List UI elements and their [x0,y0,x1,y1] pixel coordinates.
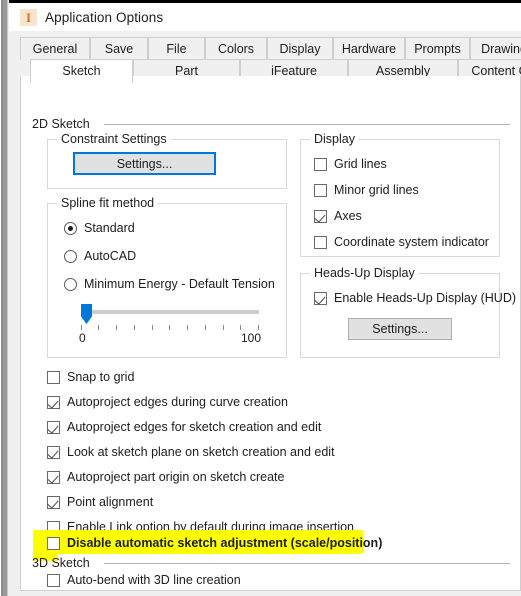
tension-slider-thumb[interactable] [81,304,92,324]
autoproject-edges-curve-checkbox-box [47,395,60,409]
tab-file-label: File [166,42,187,56]
radio-autocad-indicator [64,249,77,263]
constraint-settings-button-label: Settings... [116,156,173,171]
section-3d-sketch-label: 3D Sketch [32,556,90,570]
tab-prompts-label: Prompts [414,42,461,56]
checkbox-point-alignment[interactable]: Point alignment [47,495,153,509]
radio-standard-indicator [64,221,77,235]
spline-fit-method-group: Spline fit method Standard AutoCAD Minim… [47,196,287,358]
look-at-sketch-plane-label: Look at sketch plane on sketch creation … [67,445,335,459]
tension-slider-min-label: 0 [79,331,86,345]
display-group-title: Display [310,132,359,146]
auto-bend-3d-line-label: Auto-bend with 3D line creation [67,573,241,587]
checkbox-snap-to-grid[interactable]: Snap to grid [47,370,134,384]
application-options-window: I Application Options General Save File … [0,0,521,596]
enable-hud-checkbox-box [314,291,327,305]
hud-settings-button-label: Settings... [372,322,428,336]
point-alignment-checkbox-box [47,495,60,509]
checkbox-axes[interactable]: Axes [314,209,362,223]
tab-hardware-label: Hardware [341,42,397,56]
tab-hardware[interactable]: Hardware [333,37,405,60]
section-2d-sketch-label: 2D Sketch [32,117,90,131]
checkbox-disable-automatic-sketch-adjustment[interactable]: Disable automatic sketch adjustment (sca… [47,536,382,550]
tension-slider-ticks [81,325,259,330]
tab-sketch-label: Sketch [62,64,101,78]
section-3d-sketch: 3D Sketch [32,556,510,570]
autoproject-part-origin-label: Autoproject part origin on sketch create [67,470,285,484]
tab-display[interactable]: Display [267,37,333,60]
tension-slider-track[interactable] [81,310,259,314]
display-group: Display Grid lines Minor grid lines Axes… [300,132,500,257]
radio-spline-standard[interactable]: Standard [64,221,135,235]
section-2d-sketch: 2D Sketch [32,117,510,131]
checkbox-auto-bend-3d-line[interactable]: Auto-bend with 3D line creation [47,573,241,587]
constraint-settings-title: Constraint Settings [57,132,171,146]
checkbox-autoproject-edges-curve[interactable]: Autoproject edges during curve creation [47,395,288,409]
sketch-tab-panel: 2D Sketch Constraint Settings Settings..… [20,76,521,591]
checkbox-minor-grid-lines[interactable]: Minor grid lines [314,183,419,197]
constraint-settings-group: Constraint Settings Settings... [47,132,287,189]
tab-drawing[interactable]: Drawing [470,37,521,60]
autoproject-edges-sketch-checkbox-box [47,420,60,434]
section-2d-sketch-rule [103,123,510,125]
axes-checkbox-box [314,209,327,223]
radio-autocad-label: AutoCAD [84,249,137,263]
tab-prompts[interactable]: Prompts [405,37,470,60]
disable-automatic-sketch-adjustment-label: Disable automatic sketch adjustment (sca… [67,536,383,550]
radio-standard-label: Standard [84,221,135,235]
tension-slider-max-label: 100 [241,331,262,345]
tab-colors[interactable]: Colors [205,37,267,60]
radio-minimum-energy-label: Minimum Energy - Default Tension [84,277,275,291]
minor-grid-lines-checkbox-box [314,183,327,197]
snap-to-grid-label: Snap to grid [67,370,135,384]
coordinate-system-indicator-checkbox-box [314,235,327,249]
tab-save-label: Save [104,42,134,56]
tab-general-label: General [32,42,78,56]
checkbox-grid-lines[interactable]: Grid lines [314,157,387,171]
checkbox-autoproject-part-origin[interactable]: Autoproject part origin on sketch create [47,470,284,484]
tab-file[interactable]: File [148,37,205,60]
spline-fit-method-title: Spline fit method [57,196,159,210]
tab-save[interactable]: Save [90,37,148,60]
radio-spline-autocad[interactable]: AutoCAD [64,249,136,263]
coordinate-system-indicator-label: Coordinate system indicator [334,235,489,249]
point-alignment-label: Point alignment [67,495,154,509]
radio-spline-minimum-energy[interactable]: Minimum Energy - Default Tension [64,277,275,291]
grid-lines-checkbox-box [314,157,327,171]
options-dialog: General Save File Colors Display Hardwar… [9,31,521,596]
window-left-shadow [0,0,9,596]
tab-sketch[interactable]: Sketch [30,59,133,83]
snap-to-grid-checkbox-box [47,370,60,384]
section-3d-sketch-rule [103,562,510,564]
checkbox-coordinate-system-indicator[interactable]: Coordinate system indicator [314,235,489,249]
tab-drawing-label: Drawing [481,42,521,56]
inventor-app-icon: I [20,8,37,26]
autoproject-part-origin-checkbox-box [47,470,60,484]
enable-hud-label: Enable Heads-Up Display (HUD) [334,291,517,305]
minor-grid-lines-label: Minor grid lines [334,183,419,197]
look-at-sketch-plane-checkbox-box [47,445,60,459]
autoproject-edges-curve-label: Autoproject edges during curve creation [67,395,288,409]
tab-display-label: Display [279,42,321,56]
disable-automatic-sketch-adjustment-checkbox-box [47,536,60,550]
checkbox-enable-hud[interactable]: Enable Heads-Up Display (HUD) [314,291,516,305]
title-bar: I Application Options [9,3,521,31]
radio-minimum-energy-indicator [64,277,77,291]
tension-slider[interactable]: 0 100 [79,304,263,348]
autoproject-edges-sketch-label: Autoproject edges for sketch creation an… [67,420,322,434]
heads-up-display-title: Heads-Up Display [310,266,419,280]
window-title: Application Options [45,9,164,25]
checkbox-autoproject-edges-sketch[interactable]: Autoproject edges for sketch creation an… [47,420,321,434]
constraint-settings-button[interactable]: Settings... [73,152,216,175]
tab-general[interactable]: General [20,37,90,60]
auto-bend-3d-line-checkbox-box [47,573,60,587]
checkbox-look-at-sketch-plane[interactable]: Look at sketch plane on sketch creation … [47,445,335,459]
grid-lines-label: Grid lines [334,157,387,171]
hud-settings-button[interactable]: Settings... [348,318,452,340]
axes-label: Axes [334,209,362,223]
heads-up-display-group: Heads-Up Display Enable Heads-Up Display… [300,266,516,358]
tab-colors-label: Colors [217,42,255,56]
